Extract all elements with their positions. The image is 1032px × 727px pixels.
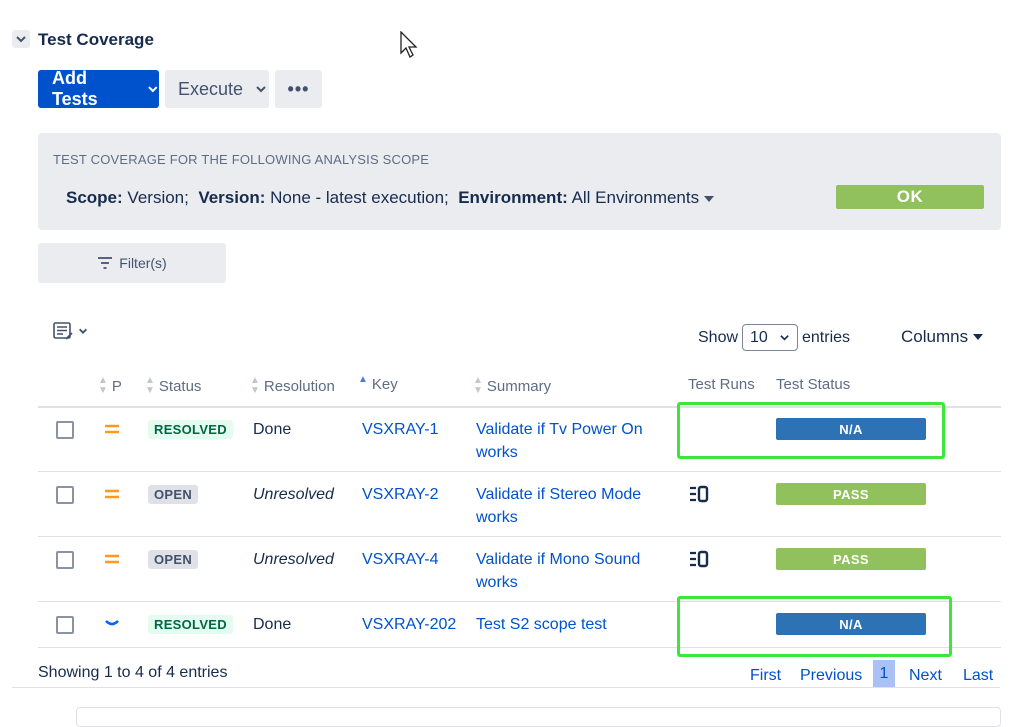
environment-dropdown[interactable]: All Environments [572,188,714,207]
add-tests-label: Add Tests [52,68,98,109]
resolution-text: Done [253,616,292,633]
column-header-label: Summary [486,377,552,395]
medium-priority-icon [105,554,119,564]
status-badge: OPEN [148,485,199,504]
section-title: Test Coverage [38,30,154,49]
entries-info: Showing 1 to 4 of 4 entries [38,664,228,681]
resolution-text: Unresolved [253,551,334,568]
row-checkbox[interactable] [56,486,74,504]
environment-value: All Environments [571,188,700,207]
sort-icon: ▲ ▼ [145,375,155,396]
scope-status-badge: OK [836,185,984,209]
column-header-status[interactable]: ▲ ▼ Status [145,376,201,396]
chevron-down-icon [256,86,266,93]
environment-key: Environment: [458,188,568,207]
chevron-down-icon [780,335,789,341]
table-row: OPEN Unresolved VSXRAY-4 Validate if Mon… [38,538,1001,602]
sort-icon: ▲ ▼ [250,375,260,396]
caret-down-icon [973,334,984,340]
column-header-resolution[interactable]: ▲ ▼ Resolution [250,376,335,396]
column-header-label: P [111,377,122,395]
next-section-panel [76,707,1001,727]
pagination-last[interactable]: Last [963,667,993,685]
entries-label: entries [802,329,851,346]
scope-key: Scope: [66,188,123,207]
highlight-box [677,402,945,459]
version-key: Version: [198,188,266,207]
highlight-box [677,596,952,657]
sort-icon: ▲ ▼ [98,375,108,396]
status-badge: RESOLVED [148,615,233,634]
chevron-down-icon [16,36,26,43]
table-row: OPEN Unresolved VSXRAY-2 Validate if Ste… [38,473,1001,537]
pagination-previous[interactable]: Previous [800,667,862,685]
test-status-badge: PASS [776,548,926,570]
execute-button[interactable]: Execute [165,70,269,108]
columns-label: Columns [901,327,969,346]
row-checkbox[interactable] [56,551,74,569]
issue-summary-link[interactable]: Test S2 scope test [476,613,666,636]
low-priority-icon [105,620,119,626]
test-runs-icon[interactable] [689,485,709,503]
issue-summary-link[interactable]: Validate if Tv Power On works [476,418,666,464]
more-actions-button[interactable]: ••• [275,70,322,108]
pagination-first[interactable]: First [750,667,781,685]
entries-per-page-select[interactable]: 10 [742,324,798,351]
entries-value: 10 [750,328,768,346]
test-runs-icon[interactable] [689,550,709,568]
column-header-label: Test Runs [688,376,755,393]
pagination-current-page[interactable]: 1 [873,660,895,687]
analysis-scope-panel: TEST COVERAGE FOR THE FOLLOWING ANALYSIS… [38,133,1001,230]
status-badge: OPEN [148,550,199,569]
sort-icon: ▲ ▼ [473,375,483,396]
medium-priority-icon [105,424,119,434]
column-header-label: Test Status [776,376,851,393]
pagination-next[interactable]: Next [909,667,942,685]
scope-summary: Scope: Version; Version: None - latest e… [66,188,714,208]
medium-priority-icon [105,489,119,499]
filter-button[interactable]: Filter(s) [38,243,226,283]
status-badge: RESOLVED [148,420,233,439]
issue-key-link[interactable]: VSXRAY-4 [362,551,438,569]
issue-key-link[interactable]: VSXRAY-1 [362,421,438,439]
chevron-down-icon [79,328,87,334]
column-header-test-runs: Test Runs [688,376,755,393]
list-view-icon [53,322,73,340]
version-value: None - latest execution; [270,188,449,207]
show-label: Show [698,329,739,346]
resolution-text: Done [253,421,292,438]
issue-summary-link[interactable]: Validate if Stereo Mode works [476,483,666,529]
filter-icon [98,257,113,269]
table-view-toggle[interactable] [52,320,88,342]
issue-summary-link[interactable]: Validate if Mono Sound works [476,548,666,594]
column-header-priority[interactable]: ▲ ▼ P [98,376,122,396]
column-header-label: Status [158,377,202,395]
section-divider [12,687,1000,688]
column-header-test-status: Test Status [776,376,850,393]
sort-ascending-icon: ▲ [358,373,368,385]
column-header-summary[interactable]: ▲ ▼ Summary [473,376,551,396]
resolution-text: Unresolved [253,486,334,503]
scope-value: Version; [127,188,189,207]
row-checkbox[interactable] [56,616,74,634]
execute-label: Execute [178,78,244,99]
filter-label: Filter(s) [119,255,167,271]
column-header-key[interactable]: ▲ Key [358,374,398,393]
mouse-pointer-icon [400,31,418,58]
more-icon: ••• [287,78,310,99]
scope-heading: TEST COVERAGE FOR THE FOLLOWING ANALYSIS… [53,152,430,167]
columns-button[interactable]: Columns [901,327,984,347]
column-header-label: Resolution [263,377,335,395]
row-checkbox[interactable] [56,421,74,439]
issue-key-link[interactable]: VSXRAY-2 [362,486,438,504]
add-tests-button[interactable]: Add Tests [38,68,159,109]
column-header-label: Key [371,376,398,393]
section-collapse-toggle[interactable] [12,30,30,48]
caret-down-icon [703,195,714,202]
issue-key-link[interactable]: VSXRAY-202 [362,616,456,634]
chevron-down-icon [148,86,158,93]
test-status-badge: PASS [776,483,926,505]
